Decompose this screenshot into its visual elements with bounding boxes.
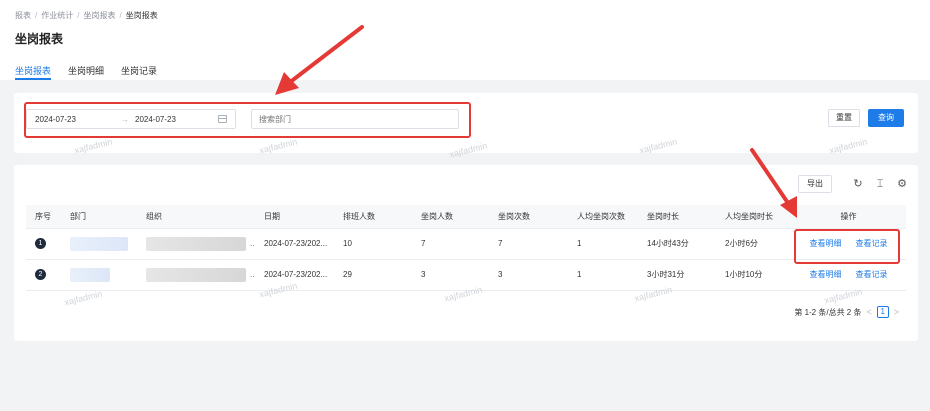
column-header: 人均坐岗次数 bbox=[568, 205, 638, 229]
cell-duration: 14小时43分 bbox=[638, 228, 716, 260]
page-button-current[interactable]: 1 bbox=[876, 306, 889, 318]
refresh-icon[interactable]: ↻ bbox=[852, 178, 864, 190]
breadcrumb-item[interactable]: 报表 bbox=[15, 11, 31, 20]
column-header: 序号 bbox=[26, 205, 61, 229]
tab-records[interactable]: 坐岗记录 bbox=[121, 64, 157, 80]
breadcrumb: 报表 / 作业统计 / 坐岗报表 / 坐岗报表 bbox=[15, 11, 158, 20]
redacted-department bbox=[70, 236, 128, 251]
view-detail-link[interactable]: 查看明细 bbox=[810, 239, 842, 248]
reset-button[interactable]: 重置 bbox=[828, 109, 860, 127]
table-header-row: 序号 部门 组织 日期 排班人数 坐岗人数 坐岗次数 人均坐岗次数 坐岗时长 人… bbox=[26, 205, 906, 229]
cell-date: 2024-07-23/202... bbox=[255, 259, 334, 291]
table-card: 导出 ↻ ⌶ ⚙ 序号 部门 组织 日期 排班人数 坐岗人数 坐岗次数 人均坐岗… bbox=[14, 165, 918, 341]
column-header: 部门 bbox=[61, 205, 137, 229]
filter-card: 2024-07-23 → 2024-07-23 重置 查询 xajfadmin … bbox=[14, 93, 918, 160]
cell-scheduled: 29 bbox=[334, 259, 412, 291]
column-height-icon[interactable]: ⌶ bbox=[874, 178, 886, 190]
tab-detail[interactable]: 坐岗明细 bbox=[68, 64, 104, 80]
department-search-input[interactable] bbox=[251, 109, 459, 129]
table-row: 1 ... 2024-07-23/202... 10 7 7 1 14小时43分… bbox=[26, 228, 906, 260]
column-header: 日期 bbox=[255, 205, 334, 229]
view-detail-link[interactable]: 查看明细 bbox=[810, 270, 842, 279]
cell-count: 7 bbox=[489, 228, 568, 260]
watermark: xajfadmin bbox=[638, 136, 679, 156]
view-records-link[interactable]: 查看记录 bbox=[856, 239, 888, 248]
view-records-link[interactable]: 查看记录 bbox=[856, 270, 888, 279]
table-toolbar: 导出 ↻ ⌶ ⚙ bbox=[798, 175, 908, 193]
calendar-icon[interactable] bbox=[218, 115, 227, 123]
pagination: 第 1-2 条/总共 2 条 < 1 > bbox=[794, 306, 904, 318]
row-index-badge: 2 bbox=[35, 269, 46, 280]
redacted-organization bbox=[146, 267, 246, 282]
page-title: 坐岗报表 bbox=[15, 32, 64, 46]
cell-avg-count: 1 bbox=[568, 228, 638, 260]
report-table: 序号 部门 组织 日期 排班人数 坐岗人数 坐岗次数 人均坐岗次数 坐岗时长 人… bbox=[26, 205, 906, 291]
tab-report[interactable]: 坐岗报表 bbox=[15, 64, 52, 80]
query-button[interactable]: 查询 bbox=[868, 109, 904, 127]
watermark: xajfadmin bbox=[448, 140, 489, 160]
next-page-icon[interactable]: > bbox=[894, 307, 899, 317]
cell-scheduled: 10 bbox=[334, 228, 412, 260]
cell-avg-count: 1 bbox=[568, 259, 638, 291]
tab-bar: 坐岗报表 坐岗明细 坐岗记录 bbox=[15, 64, 174, 80]
pagination-summary: 第 1-2 条/总共 2 条 bbox=[794, 307, 862, 317]
cell-avg-duration: 2小时6分 bbox=[716, 228, 791, 260]
date-start[interactable]: 2024-07-23 bbox=[35, 115, 115, 124]
cell-posted: 7 bbox=[412, 228, 489, 260]
column-header: 操作 bbox=[791, 205, 906, 229]
redacted-organization bbox=[146, 236, 246, 251]
watermark: xajfadmin bbox=[258, 136, 299, 156]
redacted-department bbox=[70, 267, 110, 282]
cell-date: 2024-07-23/202... bbox=[255, 228, 334, 260]
column-header: 人均坐岗时长 bbox=[716, 205, 791, 229]
date-end[interactable]: 2024-07-23 bbox=[135, 115, 215, 124]
prev-page-icon[interactable]: < bbox=[866, 307, 871, 317]
column-header: 坐岗人数 bbox=[412, 205, 489, 229]
date-range-picker[interactable]: 2024-07-23 → 2024-07-23 bbox=[26, 109, 236, 129]
column-header: 坐岗时长 bbox=[638, 205, 716, 229]
cell-posted: 3 bbox=[412, 259, 489, 291]
table-row: 2 ... 2024-07-23/202... 29 3 3 1 3小时31分 … bbox=[26, 259, 906, 291]
page-header: 报表 / 作业统计 / 坐岗报表 / 坐岗报表 坐岗报表 坐岗报表 坐岗明细 坐岗记录 bbox=[0, 0, 930, 80]
breadcrumb-item[interactable]: 作业统计 bbox=[41, 11, 73, 20]
column-header: 组织 bbox=[137, 205, 255, 229]
watermark: xajfadmin bbox=[828, 136, 869, 156]
row-index-badge: 1 bbox=[35, 238, 46, 249]
column-header: 排班人数 bbox=[334, 205, 412, 229]
settings-icon[interactable]: ⚙ bbox=[896, 178, 908, 190]
cell-count: 3 bbox=[489, 259, 568, 291]
watermark: xajfadmin bbox=[63, 288, 104, 308]
arrow-right-icon: → bbox=[121, 114, 129, 124]
breadcrumb-current: 坐岗报表 bbox=[125, 11, 158, 20]
watermark: xajfadmin bbox=[73, 136, 114, 156]
column-header: 坐岗次数 bbox=[489, 205, 568, 229]
cell-avg-duration: 1小时10分 bbox=[716, 259, 791, 291]
export-button[interactable]: 导出 bbox=[798, 175, 832, 193]
cell-duration: 3小时31分 bbox=[638, 259, 716, 291]
breadcrumb-item[interactable]: 坐岗报表 bbox=[83, 11, 115, 20]
